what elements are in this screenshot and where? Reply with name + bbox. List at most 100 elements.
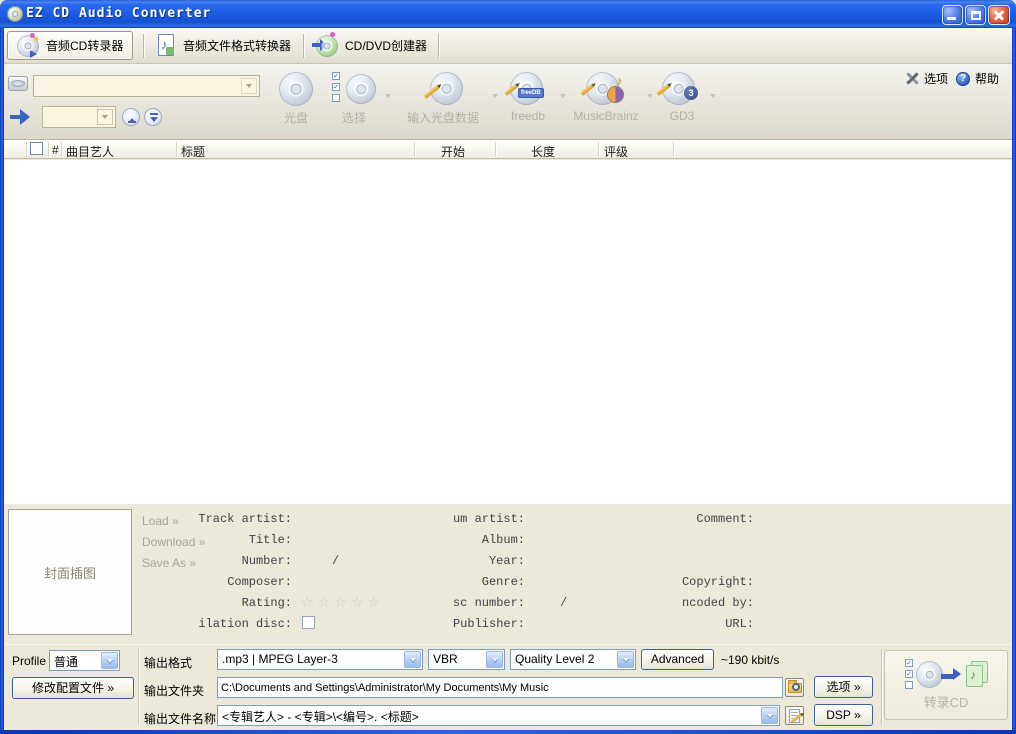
- output-filename-label: 输出文件名称: [144, 710, 216, 727]
- quality-combobox[interactable]: Quality Level 2: [510, 649, 636, 670]
- toolbar-select-button[interactable]: ✓ ✓ 选择: [328, 72, 380, 126]
- bitrate-readout: ~190 kbit/s: [721, 653, 779, 667]
- field-label-album-artist: um artist:: [404, 512, 525, 526]
- chevron-down-icon: [241, 78, 257, 94]
- input-disc-data-dropdown-arrow[interactable]: [492, 94, 498, 101]
- track-list-header: # 曲目艺人 标题 开始 长度 评级: [4, 140, 1012, 159]
- eject-button[interactable]: [122, 108, 140, 126]
- gd3-icon: 3: [658, 72, 706, 106]
- freedb-dropdown-arrow[interactable]: [560, 94, 566, 101]
- toolbar-musicbrainz-button[interactable]: ♪ MusicBrainz: [570, 72, 642, 123]
- field-label-title: Title:: [164, 533, 292, 547]
- profile-label: Profile: [12, 654, 46, 668]
- minimize-button[interactable]: [942, 5, 963, 25]
- drive-combobox[interactable]: [33, 75, 260, 97]
- window-border-right: [1012, 28, 1016, 730]
- field-label-url: URL:: [644, 617, 754, 631]
- app-cd-icon: [7, 6, 23, 22]
- title-bar: EZ CD Audio Converter: [0, 0, 1016, 28]
- maximize-button[interactable]: [965, 5, 986, 25]
- field-label-rating: Rating:: [164, 596, 292, 610]
- field-label-composer: Composer:: [164, 575, 292, 589]
- toolbar: 光盘 ✓ ✓ 选择 输入光盘数据 freeDB: [4, 64, 1012, 140]
- freedb-icon: freeDB: [504, 72, 552, 106]
- output-settings-bar: Profile 普通 修改配置文件 » 输出格式 输出文件夹 输出文件名称 .m…: [4, 644, 1012, 730]
- bitrate-mode-combobox[interactable]: VBR: [428, 649, 505, 670]
- tab-cd-dvd-creator[interactable]: CD/DVD创建器: [307, 31, 436, 60]
- compilation-disc-checkbox[interactable]: [302, 616, 315, 629]
- load-disc-button[interactable]: [144, 108, 162, 126]
- toolbar-gd3-button[interactable]: 3 GD3: [656, 72, 708, 123]
- edit-filename-button[interactable]: [785, 706, 804, 725]
- cover-art-box[interactable]: 封面插图: [8, 509, 132, 635]
- modify-profile-button[interactable]: 修改配置文件 »: [12, 677, 134, 699]
- field-label-genre: Genre:: [404, 575, 525, 589]
- column-header-number[interactable]: #: [52, 143, 59, 157]
- output-folder-input[interactable]: [217, 677, 783, 698]
- select-tracks-icon: ✓ ✓: [332, 72, 376, 106]
- chevron-down-icon: [97, 109, 113, 125]
- disc-icon: [279, 72, 313, 106]
- drive-icon: [8, 76, 28, 91]
- folder-browse-icon: [788, 683, 802, 693]
- chevron-down-icon: [617, 651, 634, 668]
- select-dropdown-arrow[interactable]: [385, 94, 391, 101]
- output-format-label: 输出格式: [144, 654, 192, 671]
- number-separator: /: [332, 554, 339, 568]
- field-label-encoded-by: ncoded by:: [644, 596, 754, 610]
- chevron-down-icon: [486, 651, 503, 668]
- toolbar-freedb-button[interactable]: freeDB freedb: [502, 72, 554, 123]
- field-label-year: Year:: [404, 554, 525, 568]
- field-label-comment: Comment:: [644, 512, 754, 526]
- close-button[interactable]: [988, 5, 1010, 25]
- tab-label: 音频文件格式转换器: [183, 37, 291, 54]
- output-format-combobox[interactable]: .mp3 | MPEG Layer-3: [217, 649, 423, 670]
- field-label-number: Number:: [164, 554, 292, 568]
- rip-cd-label: 转录CD: [885, 692, 1007, 711]
- toolbar-disc-button[interactable]: 光盘: [270, 72, 322, 126]
- musicbrainz-icon: ♪: [582, 72, 630, 106]
- folder-options-button[interactable]: 选项 »: [814, 676, 873, 698]
- column-header-title[interactable]: 标题: [181, 143, 205, 160]
- chevron-down-icon: [761, 707, 778, 724]
- field-label-track-artist: Track artist:: [164, 512, 292, 526]
- header-select-all-checkbox[interactable]: [30, 142, 43, 155]
- load-disc-icon: [150, 117, 158, 126]
- column-header-track-artist[interactable]: 曲目艺人: [66, 143, 114, 160]
- toolbar-input-disc-data-button[interactable]: 输入光盘数据: [398, 72, 488, 126]
- maximize-icon: [971, 11, 981, 20]
- app-window: EZ CD Audio Converter 音频CD转录器 ♪ 音频文件格式转换…: [0, 0, 1016, 734]
- track-list[interactable]: [4, 160, 1012, 504]
- disc-number-separator: /: [560, 596, 567, 610]
- window-border-bottom: [0, 730, 1016, 734]
- edit-disc-data-icon: [421, 72, 465, 106]
- help-icon: ?: [956, 72, 970, 86]
- chevron-down-icon: [404, 651, 421, 668]
- rating-stars[interactable]: ☆☆☆☆☆: [301, 594, 384, 611]
- column-header-rating[interactable]: 评级: [604, 143, 628, 160]
- help-button[interactable]: ? 帮助: [956, 70, 999, 87]
- tab-audio-file-converter[interactable]: ♪ 音频文件格式转换器: [147, 31, 300, 60]
- options-button[interactable]: 选项: [905, 70, 948, 87]
- field-label-disc-number: sc number:: [404, 596, 525, 610]
- browse-folder-button[interactable]: [785, 678, 804, 697]
- column-header-length[interactable]: 长度: [531, 143, 555, 160]
- mode-tab-bar: 音频CD转录器 ♪ 音频文件格式转换器 CD/DVD创建器: [4, 28, 1012, 64]
- chevron-down-icon: [101, 652, 118, 669]
- tab-label: 音频CD转录器: [46, 37, 123, 54]
- dsp-button[interactable]: DSP »: [814, 704, 873, 726]
- output-filename-combobox[interactable]: <专辑艺人> - <专辑>\<编号>. <标题>: [217, 705, 780, 726]
- advanced-button[interactable]: Advanced: [641, 649, 714, 670]
- profile-combobox[interactable]: 普通: [49, 650, 120, 671]
- file-converter-icon: ♪: [156, 34, 176, 57]
- cover-art-label: 封面插图: [44, 563, 96, 582]
- window-title: EZ CD Audio Converter: [26, 6, 211, 21]
- column-header-start[interactable]: 开始: [441, 143, 465, 160]
- minimize-icon: [947, 17, 956, 20]
- musicbrainz-dropdown-arrow[interactable]: [647, 94, 653, 101]
- tab-audio-cd-ripper[interactable]: 音频CD转录器: [7, 31, 133, 60]
- track-combobox[interactable]: [42, 106, 116, 128]
- gd3-dropdown-arrow[interactable]: [710, 94, 716, 101]
- rip-cd-button[interactable]: ✓ ✓ ♪ 转录CD: [884, 650, 1008, 720]
- cd-creator-icon: [316, 35, 338, 57]
